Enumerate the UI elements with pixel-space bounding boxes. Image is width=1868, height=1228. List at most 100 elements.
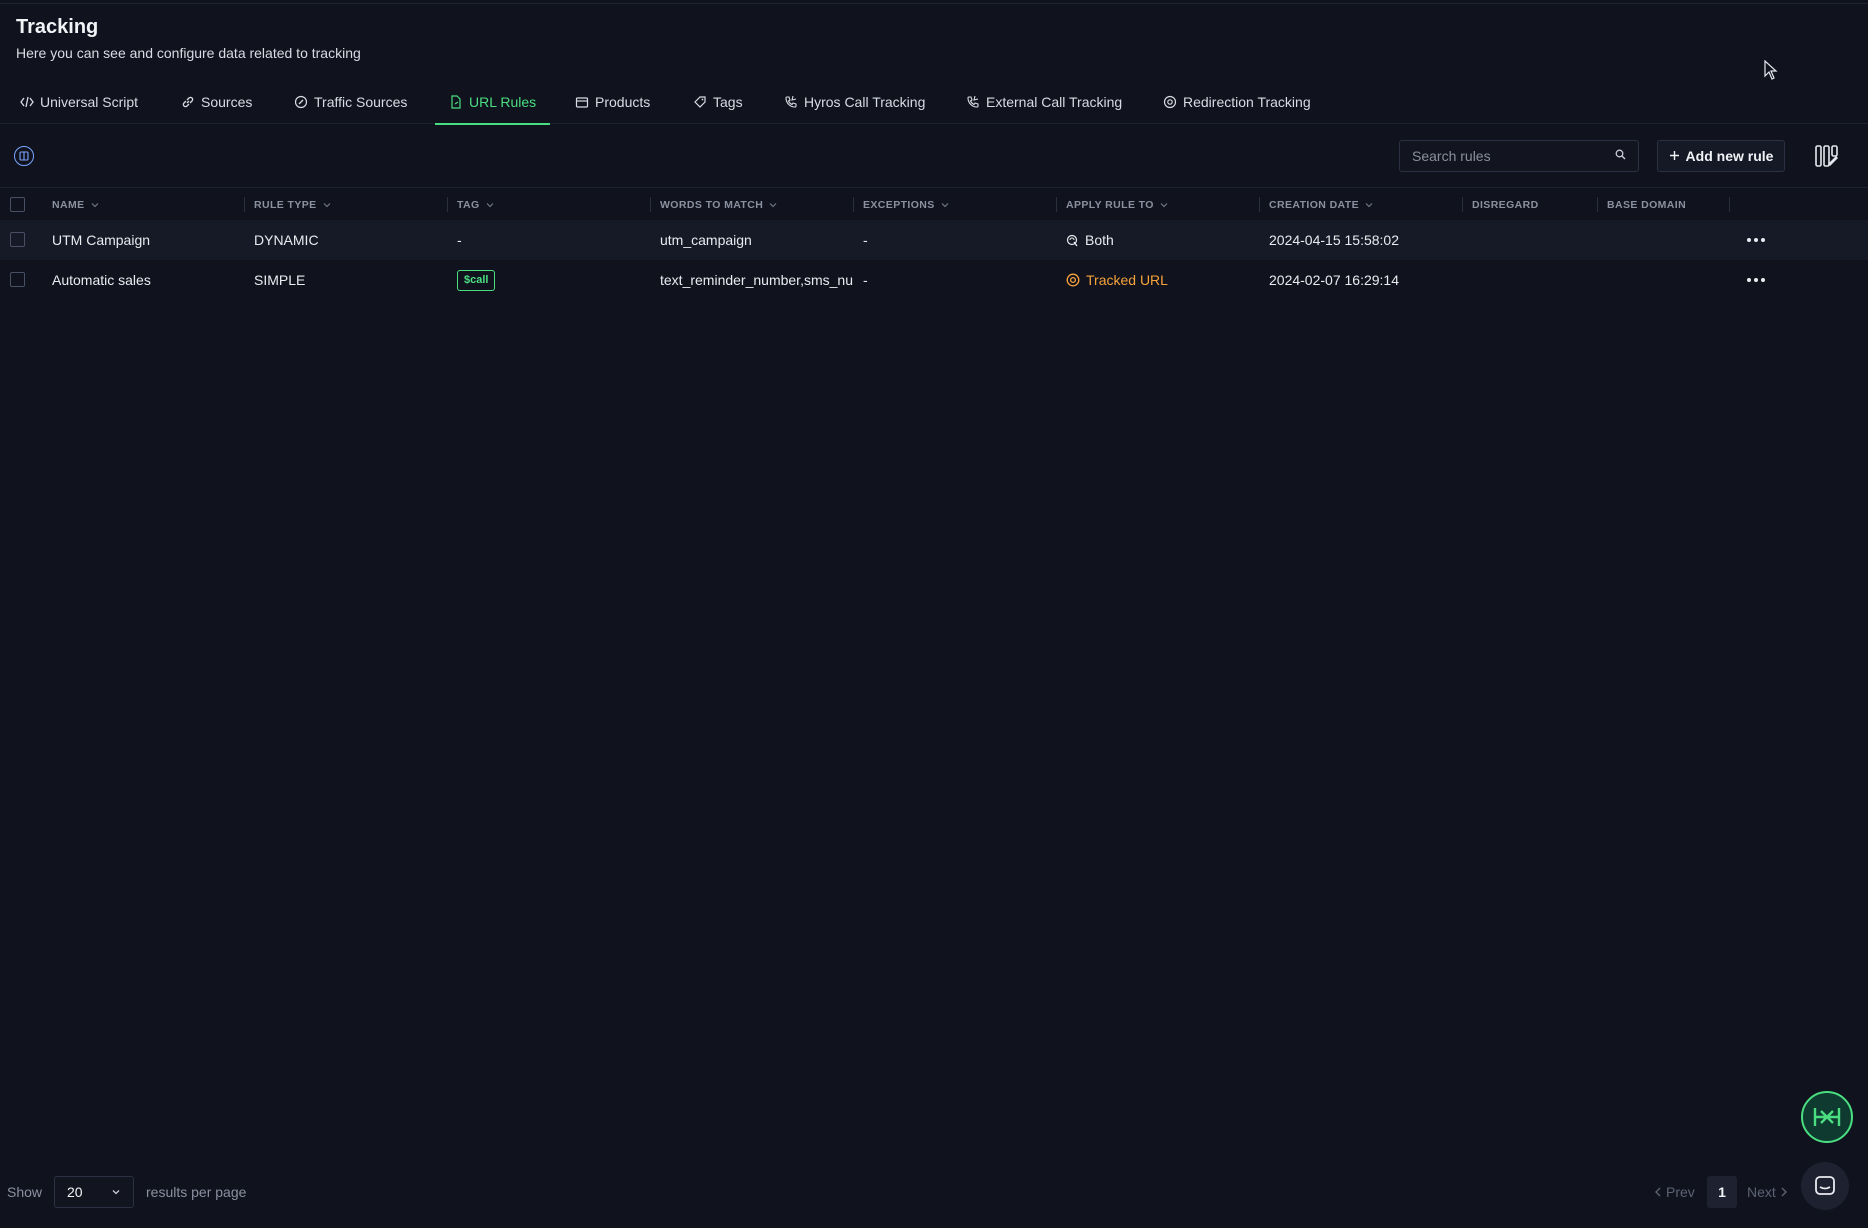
column-header-label: NAME xyxy=(52,198,85,211)
column-header-name[interactable]: NAME xyxy=(52,188,99,221)
column-settings-icon[interactable] xyxy=(1815,144,1839,168)
tab-tags[interactable]: Tags xyxy=(693,80,743,124)
select-all-checkbox[interactable] xyxy=(10,197,25,212)
row-actions-menu-icon[interactable] xyxy=(1747,260,1765,300)
column-header-rule-type[interactable]: RULE TYPE xyxy=(244,188,331,221)
column-header-words-to-match[interactable]: WORDS TO MATCH xyxy=(650,188,777,221)
results-per-page-label: results per page xyxy=(146,1184,247,1200)
apply-rule-to: Tracked URL xyxy=(1066,260,1168,300)
column-header-label: BASE DOMAIN xyxy=(1607,198,1687,211)
file-link-icon xyxy=(449,95,463,109)
page-size-value: 20 xyxy=(67,1184,83,1200)
tab-label: Sources xyxy=(201,94,253,110)
tab-url-rules[interactable]: URL Rules xyxy=(434,80,551,125)
column-header-label: DISREGARD xyxy=(1472,198,1539,211)
target-icon xyxy=(1163,95,1177,109)
page-header: Tracking Here you can see and configure … xyxy=(16,16,361,61)
top-divider xyxy=(0,3,1868,4)
page-subtitle: Here you can see and configure data rela… xyxy=(16,45,361,61)
phone-incoming-icon xyxy=(966,95,980,109)
table-header: NAME RULE TYPE TAG WORDS TO MATCH EXCEPT… xyxy=(0,187,1868,220)
row-actions-menu-icon[interactable] xyxy=(1747,220,1765,260)
apply-rule-label: Both xyxy=(1085,232,1114,248)
tab-label: Redirection Tracking xyxy=(1183,94,1311,110)
mouse-cursor-icon xyxy=(1764,60,1778,80)
both-icon xyxy=(1066,234,1078,246)
column-header-label: RULE TYPE xyxy=(254,198,317,211)
column-divider xyxy=(1056,197,1057,212)
next-page-button[interactable]: Next xyxy=(1747,1184,1788,1200)
rule-type: SIMPLE xyxy=(254,272,306,288)
rule-type: DYNAMIC xyxy=(254,232,319,248)
chevron-down-icon xyxy=(91,202,98,207)
column-header-creation-date[interactable]: CREATION DATE xyxy=(1259,188,1373,221)
tab-universal-script[interactable]: Universal Script xyxy=(20,80,138,124)
page-number-button[interactable]: 1 xyxy=(1707,1176,1737,1208)
tab-products[interactable]: Products xyxy=(575,80,650,124)
row-checkbox[interactable] xyxy=(10,272,25,287)
target-icon xyxy=(1066,273,1080,287)
phone-incoming-icon xyxy=(784,95,798,109)
box-icon xyxy=(575,95,589,109)
column-divider xyxy=(1259,197,1260,212)
apply-rule-label: Tracked URL xyxy=(1086,272,1168,288)
column-header-disregard: DISREGARD xyxy=(1462,188,1539,221)
exceptions: - xyxy=(863,272,868,288)
chevron-down-icon xyxy=(941,202,949,207)
column-divider xyxy=(1462,197,1463,212)
code-icon xyxy=(20,95,34,109)
rule-tag: $call xyxy=(457,260,496,300)
column-header-apply-rule-to[interactable]: APPLY RULE TO xyxy=(1056,188,1168,221)
chevron-down-icon xyxy=(769,202,777,207)
chevron-down-icon xyxy=(1160,202,1168,207)
row-checkbox[interactable] xyxy=(10,232,25,247)
add-new-rule-button[interactable]: Add new rule xyxy=(1657,140,1785,172)
tab-traffic-sources[interactable]: Traffic Sources xyxy=(294,80,407,124)
rule-name: UTM Campaign xyxy=(52,232,151,248)
search-box[interactable] xyxy=(1399,140,1639,172)
chevron-down-icon xyxy=(1365,202,1373,207)
table-row[interactable]: Automatic sales SIMPLE $call text_remind… xyxy=(0,260,1868,300)
column-divider xyxy=(1597,197,1598,212)
column-header-label: EXCEPTIONS xyxy=(863,198,935,211)
column-header-tag[interactable]: TAG xyxy=(447,188,494,221)
search-icon[interactable] xyxy=(1615,147,1626,165)
columns-toggle-icon[interactable] xyxy=(14,146,34,166)
tab-label: Universal Script xyxy=(40,94,139,110)
rule-tag: - xyxy=(457,232,462,248)
chevron-down-icon xyxy=(112,1190,120,1195)
hyros-logo-icon[interactable] xyxy=(1801,1091,1853,1143)
search-input[interactable] xyxy=(1412,148,1602,164)
column-divider xyxy=(244,197,245,212)
prev-page-button[interactable]: Prev xyxy=(1654,1184,1695,1200)
chevron-down-icon xyxy=(486,202,494,207)
tab-label: Products xyxy=(595,94,651,110)
column-divider xyxy=(447,197,448,212)
words-to-match: text_reminder_number,sms_nu xyxy=(660,272,853,288)
tab-sources[interactable]: Sources xyxy=(181,80,252,124)
tab-label: Hyros Call Tracking xyxy=(804,94,926,110)
next-label: Next xyxy=(1747,1184,1776,1200)
tab-hyros-call-tracking[interactable]: Hyros Call Tracking xyxy=(784,80,925,124)
prev-label: Prev xyxy=(1666,1184,1695,1200)
column-header-base-domain: BASE DOMAIN xyxy=(1597,188,1687,221)
column-divider xyxy=(1729,197,1730,212)
tab-label: External Call Tracking xyxy=(986,94,1123,110)
table-row[interactable]: UTM Campaign DYNAMIC - utm_campaign - Bo… xyxy=(0,220,1868,260)
creation-date: 2024-04-15 15:58:02 xyxy=(1269,232,1399,248)
chevron-down-icon xyxy=(323,202,330,207)
tag-icon xyxy=(693,95,707,109)
words-to-match: utm_campaign xyxy=(660,232,752,248)
chevron-left-icon xyxy=(1655,1187,1661,1197)
page-title: Tracking xyxy=(16,16,99,38)
column-header-exceptions[interactable]: EXCEPTIONS xyxy=(853,188,949,221)
tab-label: URL Rules xyxy=(469,94,537,110)
tab-label: Tags xyxy=(713,94,743,110)
tab-label: Traffic Sources xyxy=(314,94,408,110)
tab-external-call-tracking[interactable]: External Call Tracking xyxy=(966,80,1122,124)
exceptions: - xyxy=(863,232,868,248)
add-new-rule-label: Add new rule xyxy=(1685,148,1774,164)
tab-redirection-tracking[interactable]: Redirection Tracking xyxy=(1163,80,1311,124)
page-size-select[interactable]: 20 xyxy=(54,1176,134,1208)
column-header-label: APPLY RULE TO xyxy=(1066,198,1154,211)
